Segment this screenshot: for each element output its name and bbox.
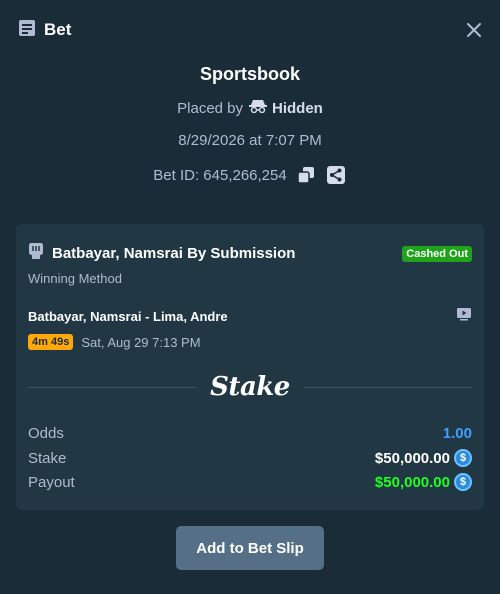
- selection-title: Batbayar, Namsrai By Submission: [52, 245, 296, 262]
- odds-label: Odds: [28, 425, 64, 442]
- selection-row: Batbayar, Namsrai By Submission Cashed O…: [28, 242, 472, 265]
- status-badge: Cashed Out: [402, 245, 472, 262]
- logo-divider: Stake: [28, 370, 473, 404]
- header-title-group: Bet: [18, 19, 71, 42]
- add-to-bet-slip-button[interactable]: Add to Bet Slip: [176, 526, 324, 570]
- bet-id-row: Bet ID: 645,266,254: [0, 164, 500, 186]
- close-icon[interactable]: [464, 20, 484, 40]
- placed-by-name: Hidden: [272, 99, 323, 117]
- live-stream-icon[interactable]: [456, 307, 472, 326]
- stake-value: $50,000.00: [374, 449, 450, 467]
- payout-label: Payout: [28, 473, 75, 491]
- odds-row: Odds 1.00: [28, 425, 472, 442]
- book-name: Sportsbook: [199, 64, 300, 84]
- modal-header: Bet: [0, 0, 500, 60]
- incognito-icon: [249, 99, 268, 117]
- bet-card: Batbayar, Namsrai By Submission Cashed O…: [16, 224, 484, 510]
- usd-coin-icon: $: [454, 473, 472, 491]
- placed-by: Placed by Hidden: [0, 99, 500, 117]
- event-time: Sat, Aug 29 7:13 PM: [81, 334, 201, 350]
- live-time-badge: 4m 49s: [28, 334, 74, 350]
- copy-icon[interactable]: [295, 164, 317, 186]
- payout-row: Payout $50,000.00 $: [28, 473, 472, 491]
- payout-value: $50,000.00: [374, 473, 450, 491]
- event-row: Batbayar, Namsrai - Lima, Andre: [28, 307, 472, 326]
- mma-glove-icon: [28, 242, 44, 265]
- event-name[interactable]: Batbayar, Namsrai - Lima, Andre: [28, 309, 228, 324]
- bet-id: Bet ID: 645,266,254: [153, 166, 287, 184]
- receipt-icon: [18, 19, 36, 42]
- divider-line-right: [303, 386, 473, 388]
- stake-logo: Stake: [210, 372, 290, 402]
- modal-title: Bet: [44, 20, 72, 39]
- stake-label: Stake: [28, 449, 67, 467]
- stake-row: Stake $50,000.00 $: [28, 449, 472, 467]
- usd-coin-icon: $: [454, 449, 472, 467]
- bet-date: 8/29/2026 at 7:07 PM: [178, 132, 322, 149]
- stake-amount: $50,000.00 $: [375, 449, 472, 467]
- placed-by-user: Hidden: [249, 99, 323, 117]
- share-icon[interactable]: [325, 164, 347, 186]
- odds-value: 1.00: [442, 425, 472, 442]
- market-name: Winning Method: [28, 271, 122, 286]
- payout-amount: $50,000.00 $: [375, 473, 472, 491]
- time-row: 4m 49s Sat, Aug 29 7:13 PM: [28, 334, 201, 350]
- bet-info: Sportsbook Placed by Hidden 8/29/2026 at…: [0, 58, 500, 186]
- divider-line-left: [28, 386, 197, 388]
- placed-by-label: Placed by: [177, 99, 244, 117]
